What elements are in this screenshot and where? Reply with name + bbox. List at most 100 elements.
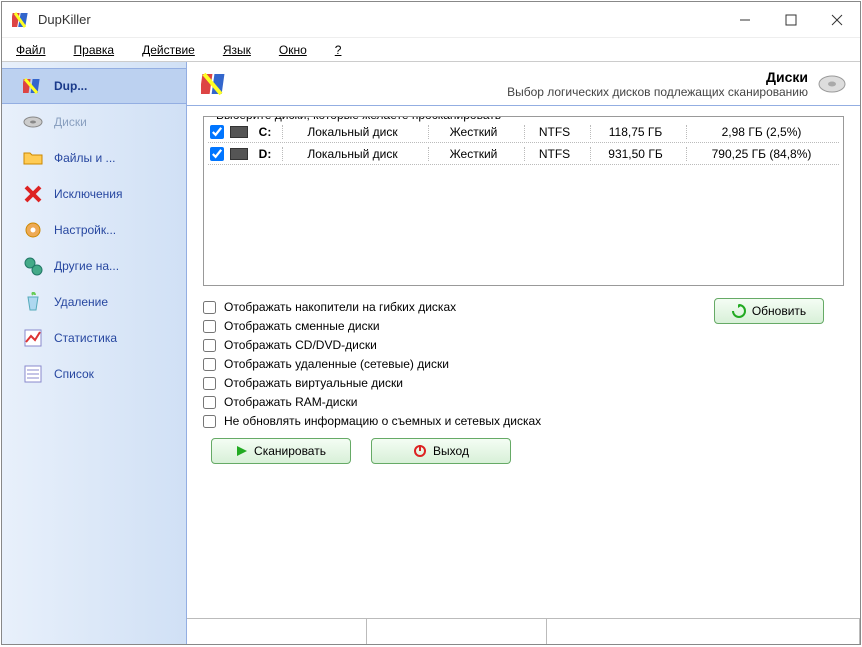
exit-label: Выход (433, 444, 469, 458)
sidebar-item-label: Настройк... (54, 223, 116, 237)
opt-label: Отображать накопители на гибких дисках (224, 300, 456, 314)
list-icon (22, 363, 44, 385)
opt-label: Отображать сменные диски (224, 319, 380, 333)
app-window: DupKiller Файл Правка Действие Язык Окно… (1, 1, 861, 645)
disk-checkbox[interactable] (210, 147, 224, 161)
menubar: Файл Правка Действие Язык Окно ? (2, 38, 860, 62)
sidebar-item-label: Список (54, 367, 94, 381)
folder-icon (22, 147, 44, 169)
status-section (547, 619, 860, 644)
window-title: DupKiller (38, 12, 91, 27)
status-section (187, 619, 367, 644)
sidebar-item-label: Другие на... (54, 259, 119, 273)
play-icon (236, 445, 248, 457)
sidebar-item-exclusions[interactable]: Исключения (2, 176, 186, 212)
disk-row[interactable]: D: Локальный диск Жесткий NTFS 931,50 ГБ… (208, 143, 839, 165)
sidebar-item-label: Статистика (54, 331, 117, 345)
sidebar-item-label: Dup... (54, 79, 87, 93)
refresh-button[interactable]: Обновить (714, 298, 824, 324)
opt-label: Отображать CD/DVD-диски (224, 338, 377, 352)
page-header: Диски Выбор логических дисков подлежащих… (187, 62, 860, 106)
content-area: Dup... Диски Файлы и ... Исключения Наст… (2, 62, 860, 644)
menu-action[interactable]: Действие (142, 43, 195, 57)
app-icon (12, 11, 30, 29)
disk-type: Локальный диск (282, 125, 422, 139)
opt-removable-checkbox[interactable] (203, 320, 216, 333)
disk-letter: C: (254, 125, 276, 139)
disk-checkbox[interactable] (210, 125, 224, 139)
disk-size: 931,50 ГБ (590, 147, 680, 161)
disk-icon (22, 111, 44, 133)
scan-button[interactable]: Сканировать (211, 438, 351, 464)
x-icon (22, 183, 44, 205)
gear-icon (22, 219, 44, 241)
options-block: Отображать накопители на гибких дисках О… (203, 296, 844, 428)
opt-virtual-checkbox[interactable] (203, 377, 216, 390)
sidebar-item-label: Диски (54, 115, 87, 129)
status-section (367, 619, 547, 644)
statusbar (187, 618, 860, 644)
titlebar: DupKiller (2, 2, 860, 38)
drive-icon (230, 126, 248, 138)
menu-edit[interactable]: Правка (74, 43, 115, 57)
sidebar-item-dup[interactable]: Dup... (2, 68, 186, 104)
page-subtitle: Выбор логических дисков подлежащих скани… (507, 85, 808, 99)
window-controls (722, 2, 860, 38)
disk-fs: NTFS (524, 147, 584, 161)
disks-fieldset: Выберите диски, которые желаете проскани… (203, 116, 844, 286)
disk-row[interactable]: C: Локальный диск Жесткий NTFS 118,75 ГБ… (208, 121, 839, 143)
sidebar-item-settings[interactable]: Настройк... (2, 212, 186, 248)
menu-file[interactable]: Файл (16, 43, 46, 57)
sidebar-item-stats[interactable]: Статистика (2, 320, 186, 356)
close-button[interactable] (814, 2, 860, 38)
maximize-button[interactable] (768, 2, 814, 38)
chart-icon (22, 327, 44, 349)
opt-norefresh-checkbox[interactable] (203, 415, 216, 428)
fieldset-legend: Выберите диски, которые желаете проскани… (212, 116, 505, 122)
sidebar-item-list[interactable]: Список (2, 356, 186, 392)
opt-floppy-checkbox[interactable] (203, 301, 216, 314)
power-icon (413, 444, 427, 458)
minimize-button[interactable] (722, 2, 768, 38)
sidebar-item-label: Исключения (54, 187, 123, 201)
menu-help[interactable]: ? (335, 43, 342, 57)
trash-icon (22, 291, 44, 313)
sidebar-item-delete[interactable]: Удаление (2, 284, 186, 320)
opt-label: Отображать RAM-диски (224, 395, 357, 409)
disk-letter: D: (254, 147, 276, 161)
opt-ram-checkbox[interactable] (203, 396, 216, 409)
scan-label: Сканировать (254, 444, 326, 458)
refresh-icon (732, 304, 746, 318)
opt-network-checkbox[interactable] (203, 358, 216, 371)
disk-fs: NTFS (524, 125, 584, 139)
drive-icon (230, 148, 248, 160)
disk-type: Локальный диск (282, 147, 422, 161)
opt-label: Отображать виртуальные диски (224, 376, 403, 390)
gears-icon (22, 255, 44, 277)
menu-lang[interactable]: Язык (223, 43, 251, 57)
sidebar-item-files[interactable]: Файлы и ... (2, 140, 186, 176)
opt-label: Отображать удаленные (сетевые) диски (224, 357, 449, 371)
sidebar: Dup... Диски Файлы и ... Исключения Наст… (2, 62, 187, 644)
disk-media: Жесткий (428, 125, 518, 139)
sidebar-item-other[interactable]: Другие на... (2, 248, 186, 284)
disk-free: 2,98 ГБ (2,5%) (686, 125, 836, 139)
panel-body: Выберите диски, которые желаете проскани… (187, 106, 860, 618)
app-icon (22, 75, 44, 97)
sidebar-item-label: Удаление (54, 295, 108, 309)
disk-size: 118,75 ГБ (590, 125, 680, 139)
options-list: Отображать накопители на гибких дисках О… (203, 300, 541, 428)
menu-window[interactable]: Окно (279, 43, 307, 57)
app-icon (201, 70, 229, 98)
page-title: Диски (507, 69, 808, 85)
disk-media: Жесткий (428, 147, 518, 161)
exit-button[interactable]: Выход (371, 438, 511, 464)
disk-free: 790,25 ГБ (84,8%) (686, 147, 836, 161)
disk-icon (818, 73, 846, 95)
bottom-buttons: Сканировать Выход (203, 428, 844, 470)
sidebar-item-disks[interactable]: Диски (2, 104, 186, 140)
sidebar-item-label: Файлы и ... (54, 151, 116, 165)
opt-label: Не обновлять информацию о съемных и сете… (224, 414, 541, 428)
refresh-label: Обновить (752, 304, 806, 318)
opt-cddvd-checkbox[interactable] (203, 339, 216, 352)
